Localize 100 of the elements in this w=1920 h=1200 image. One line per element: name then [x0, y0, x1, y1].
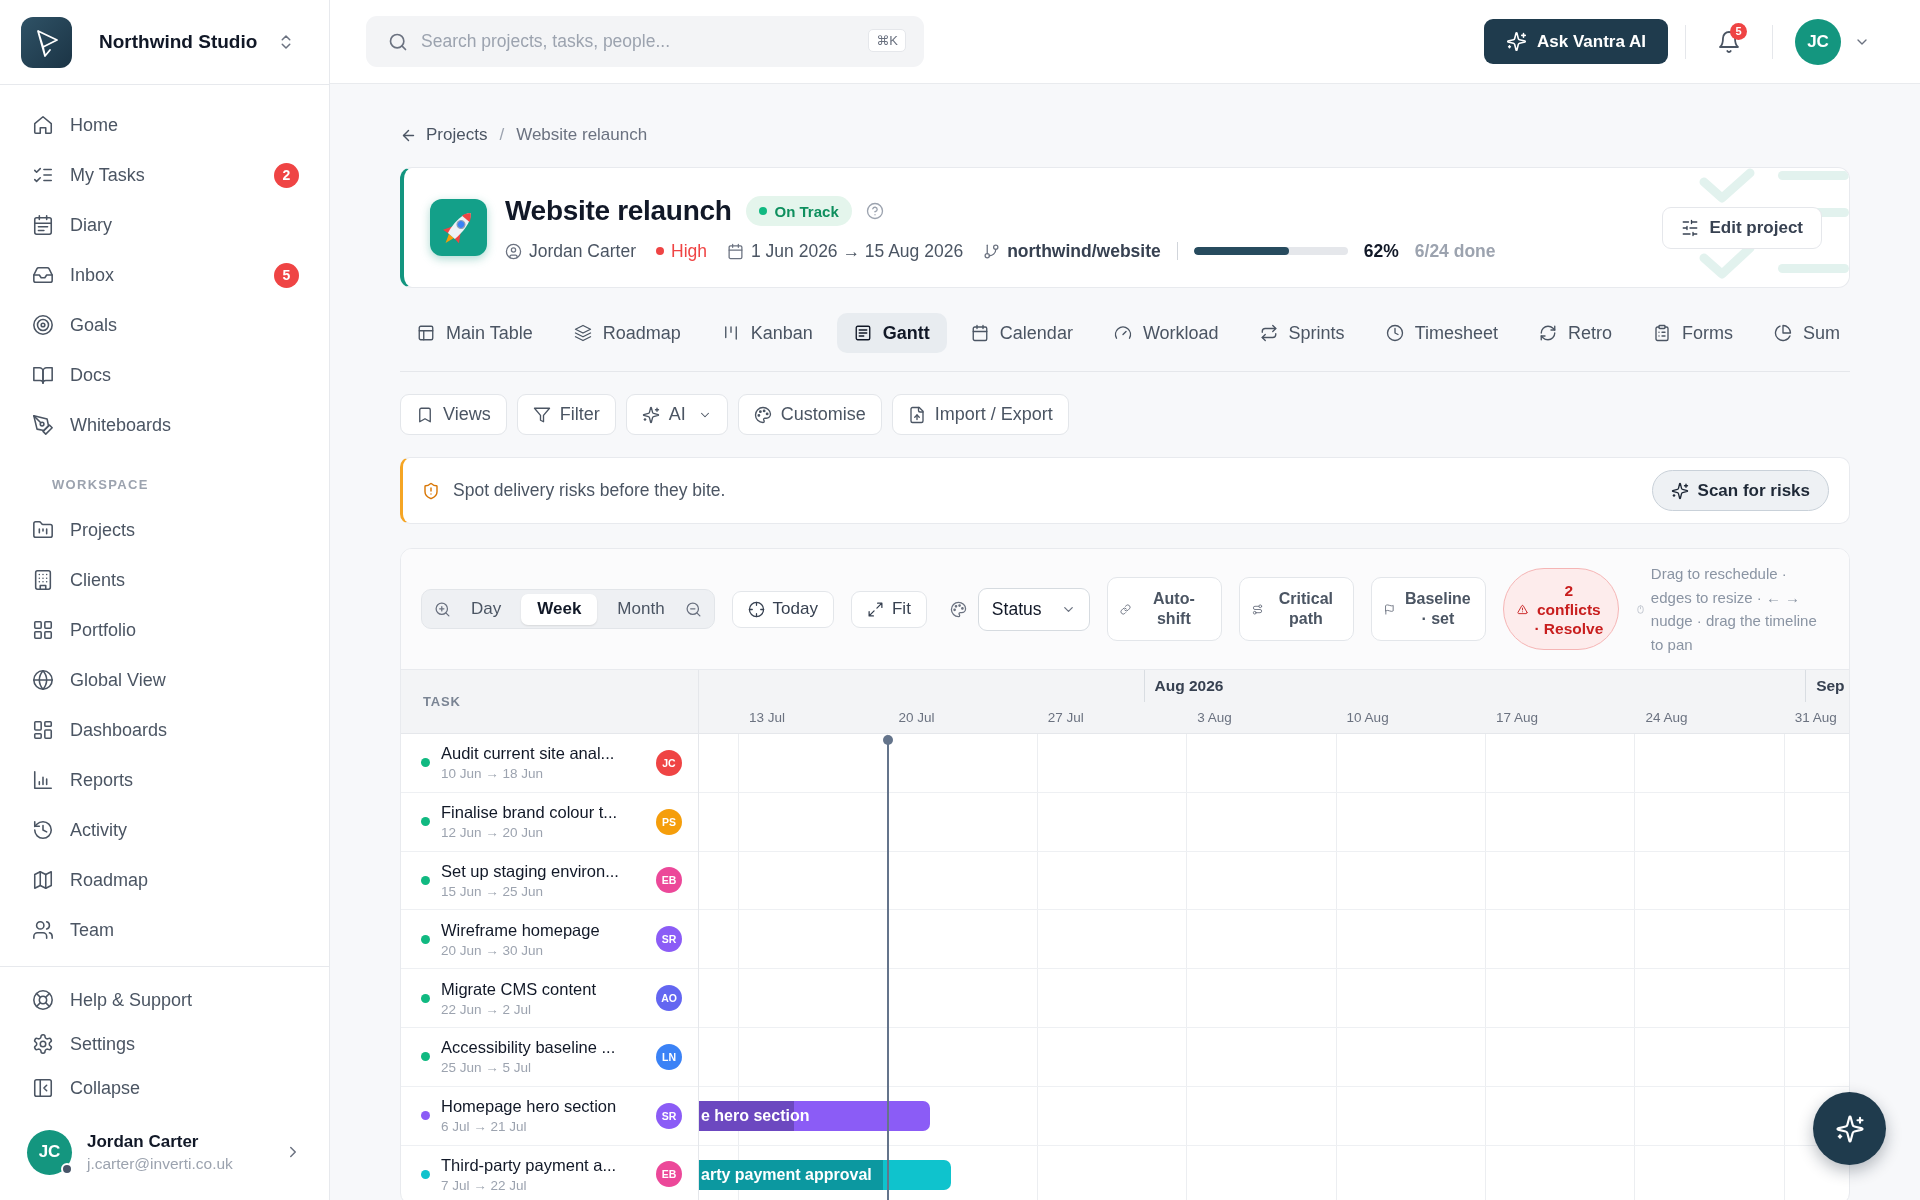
zoom-option[interactable]: Day	[455, 593, 518, 625]
gantt-bar[interactable]: e hero section	[699, 1100, 931, 1131]
progress-count: 6/24 done	[1414, 240, 1496, 262]
nav-item[interactable]: Diary	[20, 200, 309, 250]
search-icon	[388, 31, 408, 52]
assignee-avatar: EB	[656, 867, 682, 894]
color-by-dropdown[interactable]: Status	[977, 587, 1090, 631]
task-name[interactable]: Audit current site anal...	[441, 744, 615, 764]
branch-icon	[983, 242, 1001, 260]
assignee-avatar: AO	[656, 985, 682, 1012]
view-tab[interactable]: Calendar	[953, 313, 1090, 353]
assignee-avatar: JC	[656, 749, 682, 776]
palette-icon	[753, 405, 772, 424]
map-icon	[32, 869, 54, 891]
palette-icon[interactable]	[949, 600, 967, 618]
pie-chart-icon	[1774, 324, 1792, 342]
table-icon	[417, 324, 435, 342]
flag-icon	[1383, 603, 1395, 615]
view-tab[interactable]: Workload	[1096, 313, 1236, 353]
toolbar-button[interactable]: Filter	[516, 394, 616, 435]
breadcrumb-current: Website relaunch	[516, 125, 648, 145]
nav-item[interactable]: Help & Support	[20, 978, 309, 1022]
toolbar-button[interactable]: Import / Export	[891, 394, 1069, 435]
nav-item[interactable]: Docs	[20, 350, 309, 400]
users-icon	[32, 919, 54, 941]
zoom-out-icon[interactable]	[684, 600, 702, 618]
timeline-action-button[interactable]: Critical path	[1238, 577, 1354, 641]
nav-item[interactable]: Home	[20, 100, 309, 150]
task-name[interactable]: Accessibility baseline ...	[441, 1038, 616, 1058]
user-avatar[interactable]: JC	[27, 1129, 72, 1175]
crosshair-icon	[747, 600, 765, 618]
breadcrumb-separator: /	[499, 125, 505, 145]
user-avatar[interactable]: JC	[1795, 18, 1841, 65]
nav-item[interactable]: My Tasks 2	[20, 150, 309, 200]
conflicts-button[interactable]: 2 conflicts · Resolve	[1502, 568, 1619, 650]
fit-button[interactable]: Fit	[850, 590, 927, 628]
filter-icon	[532, 405, 551, 424]
view-tab[interactable]: Roadmap	[556, 313, 698, 353]
calendar-icon	[32, 214, 54, 236]
task-name[interactable]: Homepage hero section	[441, 1097, 617, 1117]
clipboard-icon	[1653, 324, 1671, 342]
assignee-avatar: EB	[656, 1161, 682, 1188]
user-email: j.carter@inverti.co.uk	[87, 1154, 233, 1173]
warning-icon	[1516, 603, 1528, 615]
task-name[interactable]: Wireframe homepage	[441, 920, 600, 940]
nav-item[interactable]: Activity	[20, 805, 309, 855]
task-name[interactable]: Migrate CMS content	[441, 979, 596, 999]
list-icon	[853, 324, 872, 342]
nav-item[interactable]: Goals	[20, 300, 309, 350]
view-tab[interactable]: Sprints	[1242, 313, 1362, 353]
nav-item[interactable]: Roadmap	[20, 855, 309, 905]
nav-item[interactable]: Projects	[20, 505, 309, 555]
scan-button[interactable]: Scan for risks	[1651, 470, 1829, 511]
workspace-name: Northwind Studio	[99, 31, 258, 53]
timeline-action-button[interactable]: Baseline · set	[1370, 577, 1486, 641]
lifebuoy-icon	[32, 989, 54, 1011]
logo-icon	[21, 16, 72, 68]
building-icon	[32, 569, 54, 591]
nav-item[interactable]: Whiteboards	[20, 400, 309, 450]
toolbar-button[interactable]: Customise	[737, 394, 882, 435]
bookmark-icon	[416, 405, 434, 424]
nav-item[interactable]: Clients	[20, 555, 309, 605]
ask-ai-button[interactable]: Ask Vantra AI	[1484, 19, 1668, 64]
bar-label: arty payment approval	[701, 1164, 872, 1185]
progress-percent: 62%	[1363, 240, 1399, 262]
nav-item[interactable]: Reports	[20, 755, 309, 805]
today-button[interactable]: Today	[731, 590, 834, 628]
mouse-icon	[1635, 604, 1645, 614]
view-tab[interactable]: Kanban	[704, 313, 830, 353]
settings-icon	[32, 1033, 54, 1055]
nav-item[interactable]: Collapse	[20, 1066, 309, 1110]
view-tab[interactable]: Timesheet	[1368, 313, 1515, 353]
timeline-action-button[interactable]: Auto-shift	[1106, 577, 1222, 641]
edit-project-button[interactable]: Edit project	[1662, 206, 1822, 249]
help-icon[interactable]	[865, 202, 884, 220]
breadcrumb-link[interactable]: Projects	[426, 125, 488, 145]
nav-item[interactable]: Portfolio	[20, 605, 309, 655]
pen-icon	[32, 414, 54, 436]
nav-item[interactable]: Dashboards	[20, 705, 309, 755]
count-badge: 5	[1730, 22, 1747, 40]
task-name[interactable]: Third-party payment a...	[441, 1155, 617, 1175]
view-tab[interactable]: Retro	[1522, 313, 1629, 353]
toolbar-button[interactable]: Views	[400, 394, 507, 435]
nav-item[interactable]: Inbox 5	[20, 250, 309, 300]
task-name[interactable]: Finalise brand colour t...	[441, 803, 618, 823]
nav-item[interactable]: Global View	[20, 655, 309, 705]
zoom-option[interactable]: Month	[601, 593, 681, 625]
task-name[interactable]: Set up staging environ...	[441, 862, 619, 881]
calendar-icon	[970, 324, 989, 342]
toolbar-menu-button[interactable]: AI	[625, 394, 728, 435]
assignee-avatar: SR	[656, 926, 682, 953]
sparkles-icon	[641, 405, 660, 424]
view-tab[interactable]: Main Table	[400, 313, 550, 353]
view-tab[interactable]: Forms	[1636, 313, 1750, 353]
nav-item[interactable]: Settings	[20, 1022, 309, 1066]
zoom-option[interactable]: Week	[521, 593, 598, 625]
zoom-in-icon[interactable]	[434, 600, 451, 618]
nav-item[interactable]: Team	[20, 905, 309, 955]
view-tab[interactable]: Gantt	[836, 313, 947, 353]
view-tab[interactable]: Sum	[1757, 313, 1858, 353]
